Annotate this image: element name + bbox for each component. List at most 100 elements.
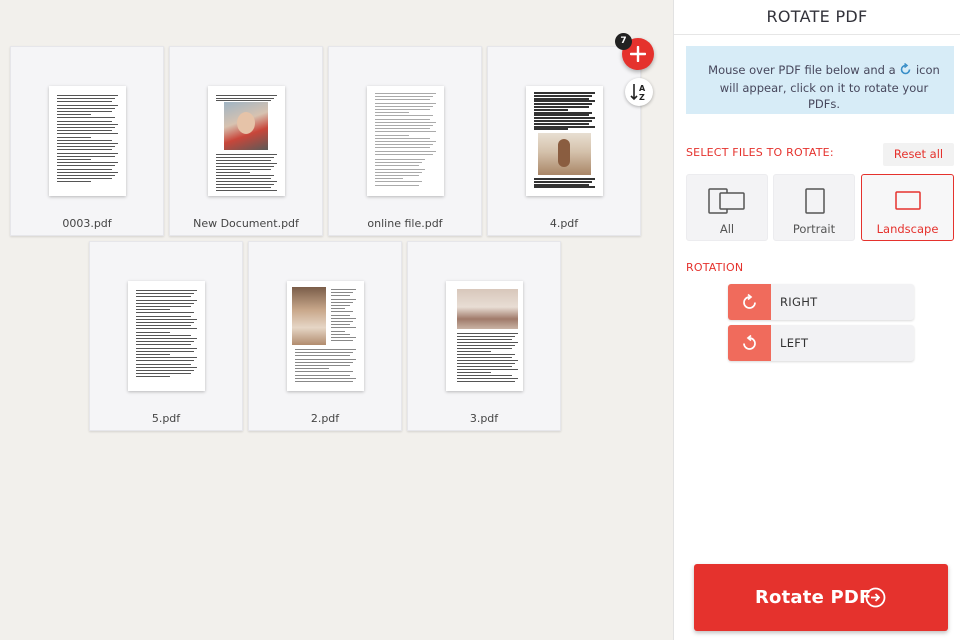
text-line bbox=[136, 328, 197, 330]
text-line bbox=[136, 370, 194, 371]
text-line bbox=[375, 137, 430, 139]
options-sidebar: ROTATE PDF Mouse over PDF file below and… bbox=[673, 0, 960, 640]
text-line bbox=[216, 181, 277, 182]
text-line bbox=[534, 111, 592, 114]
text-line bbox=[375, 102, 436, 104]
text-line bbox=[457, 354, 515, 355]
rotate-icon bbox=[899, 62, 912, 80]
text-line bbox=[136, 363, 191, 365]
file-card[interactable]: 2.pdf bbox=[248, 241, 402, 431]
text-line bbox=[57, 181, 91, 183]
thumbnail-photo bbox=[457, 289, 518, 329]
text-line bbox=[295, 381, 353, 382]
rotate-right-label: RIGHT bbox=[780, 295, 818, 309]
filter-all-button[interactable]: All bbox=[686, 174, 768, 241]
file-count-badge: 7 bbox=[615, 33, 632, 50]
file-name: 3.pdf bbox=[469, 412, 499, 425]
text-line bbox=[457, 381, 515, 382]
text-line bbox=[331, 330, 345, 332]
text-line bbox=[534, 183, 589, 186]
text-line bbox=[331, 314, 350, 316]
thumbnail-photo bbox=[224, 102, 268, 150]
text-line bbox=[375, 147, 430, 149]
text-line bbox=[216, 163, 277, 164]
page-thumbnail bbox=[128, 281, 205, 391]
text-line bbox=[534, 97, 589, 100]
text-line bbox=[457, 342, 518, 343]
text-line bbox=[57, 146, 115, 148]
rotate-pdf-submit-button[interactable]: Rotate PDF bbox=[694, 564, 948, 631]
file-card[interactable]: online file.pdf bbox=[328, 46, 482, 236]
rotate-right-button[interactable]: RIGHT bbox=[728, 284, 914, 320]
text-line bbox=[57, 149, 112, 151]
text-line bbox=[457, 339, 512, 340]
text-line bbox=[295, 371, 353, 373]
text-line bbox=[136, 318, 197, 320]
text-line bbox=[331, 327, 356, 329]
text-line bbox=[375, 131, 436, 133]
text-line bbox=[331, 298, 356, 300]
text-line bbox=[136, 312, 194, 314]
select-files-label: SELECT FILES TO ROTATE: bbox=[686, 146, 834, 159]
text-line bbox=[136, 293, 194, 295]
text-line bbox=[57, 171, 118, 173]
text-line bbox=[136, 296, 191, 298]
text-line bbox=[216, 166, 274, 167]
rotate-right-icon-box bbox=[728, 284, 771, 320]
text-line bbox=[57, 155, 115, 157]
text-line bbox=[457, 363, 515, 364]
text-line bbox=[216, 175, 274, 176]
file-card[interactable]: 4.pdf bbox=[487, 46, 641, 236]
text-line bbox=[534, 186, 595, 189]
sidebar-title: ROTATE PDF bbox=[674, 0, 960, 35]
text-line bbox=[136, 360, 194, 362]
text-line bbox=[375, 105, 433, 107]
thumbnail-photo bbox=[538, 133, 591, 175]
info-text-start: Mouse over PDF file below and a bbox=[708, 63, 896, 77]
text-line bbox=[216, 97, 274, 99]
text-line bbox=[295, 358, 356, 360]
filter-portrait-button[interactable]: Portrait bbox=[773, 174, 855, 241]
text-line bbox=[375, 121, 436, 123]
page-thumbnail bbox=[287, 281, 364, 391]
text-line bbox=[457, 336, 515, 337]
text-line bbox=[57, 117, 115, 119]
text-line bbox=[375, 99, 430, 101]
text-line bbox=[57, 178, 112, 180]
text-line bbox=[375, 184, 419, 186]
text-line bbox=[136, 338, 197, 339]
arrow-circle-right-icon bbox=[865, 587, 886, 608]
text-line bbox=[136, 290, 197, 291]
page-thumbnail bbox=[526, 86, 603, 196]
filter-landscape-button[interactable]: Landscape bbox=[861, 174, 954, 241]
plus-icon bbox=[630, 46, 646, 62]
text-line bbox=[457, 333, 518, 334]
rotate-counterclockwise-icon bbox=[743, 334, 756, 350]
file-card[interactable]: 0003.pdf bbox=[10, 46, 164, 236]
text-line bbox=[216, 154, 277, 155]
text-line bbox=[295, 349, 356, 350]
text-line bbox=[136, 376, 170, 378]
page-thumbnail bbox=[367, 86, 444, 196]
text-line bbox=[457, 369, 518, 370]
text-line bbox=[136, 357, 197, 359]
text-line bbox=[534, 106, 589, 108]
text-line bbox=[534, 120, 592, 122]
text-line bbox=[57, 114, 91, 116]
text-line bbox=[375, 125, 433, 126]
file-card[interactable]: 3.pdf bbox=[407, 241, 561, 431]
text-line bbox=[331, 311, 353, 313]
text-line bbox=[136, 302, 194, 304]
sort-button[interactable]: A Z bbox=[625, 78, 653, 106]
text-line bbox=[57, 120, 112, 122]
text-line bbox=[295, 361, 353, 363]
text-line bbox=[57, 107, 115, 109]
text-line bbox=[375, 141, 436, 142]
text-line bbox=[375, 115, 433, 117]
text-line bbox=[331, 295, 350, 297]
file-card[interactable]: 5.pdf bbox=[89, 241, 243, 431]
reset-all-button[interactable]: Reset all bbox=[883, 143, 954, 166]
file-name: New Document.pdf bbox=[193, 217, 299, 230]
file-card[interactable]: New Document.pdf bbox=[169, 46, 323, 236]
rotate-left-button[interactable]: LEFT bbox=[728, 325, 914, 361]
